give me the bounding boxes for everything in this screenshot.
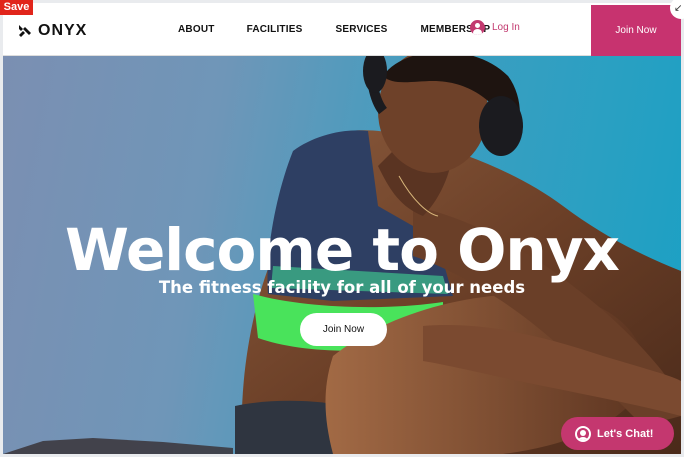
hero-subtitle: The fitness facility for all of your nee… bbox=[158, 278, 526, 297]
join-now-header-button[interactable]: Join Now bbox=[591, 5, 681, 56]
join-now-hero-button[interactable]: Join Now bbox=[300, 313, 387, 346]
login-label: Log In bbox=[492, 22, 520, 33]
nav-services[interactable]: SERVICES bbox=[335, 24, 387, 35]
chat-button[interactable]: Let's Chat! bbox=[561, 417, 674, 450]
hero-title: Welcome to Onyx bbox=[65, 216, 620, 284]
onyx-logo-icon bbox=[18, 24, 32, 38]
site-frame: ONYX ABOUT FACILITIES SERVICES MEMBERSHI… bbox=[3, 3, 681, 454]
hero-section: Welcome to Onyx The fitness facility for… bbox=[3, 56, 681, 454]
save-badge[interactable]: Save bbox=[0, 0, 33, 15]
login-button[interactable]: Log In bbox=[470, 20, 520, 35]
user-icon bbox=[470, 20, 485, 35]
brand-name: ONYX bbox=[38, 22, 88, 39]
brand-logo[interactable]: ONYX bbox=[18, 22, 87, 40]
chat-label: Let's Chat! bbox=[597, 427, 654, 440]
main-nav: ABOUT FACILITIES SERVICES MEMBERSHIP bbox=[178, 24, 490, 35]
site-header: ONYX ABOUT FACILITIES SERVICES MEMBERSHI… bbox=[3, 3, 681, 56]
chat-user-icon bbox=[575, 425, 591, 442]
nav-facilities[interactable]: FACILITIES bbox=[247, 24, 303, 35]
nav-about[interactable]: ABOUT bbox=[178, 24, 215, 35]
